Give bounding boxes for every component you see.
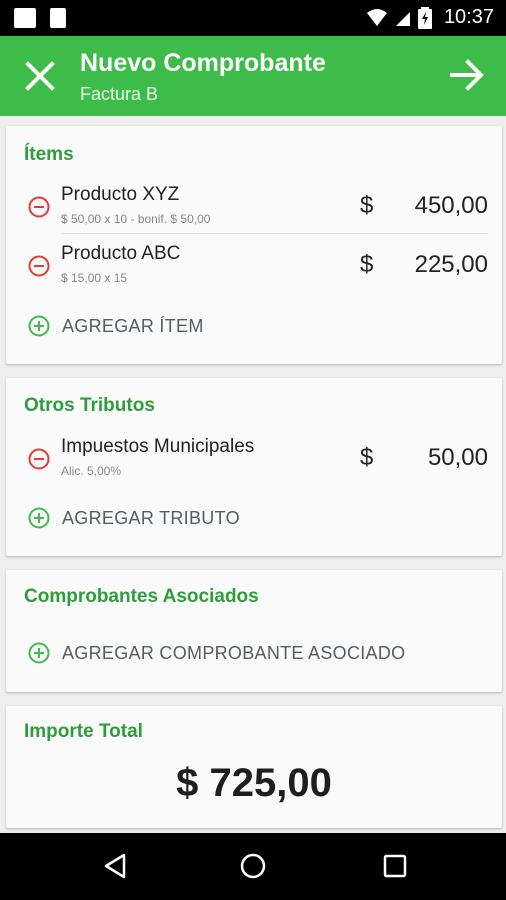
system-icons: 10:37 [366, 6, 494, 29]
arrow-forward-icon[interactable] [448, 56, 486, 94]
total-card: Importe Total $ 725,00 [6, 706, 502, 828]
tributo-amount: 50,00 [427, 444, 488, 471]
notification-icons [14, 8, 66, 28]
wifi-icon [366, 8, 387, 26]
items-section-title: Ítems [24, 144, 74, 165]
tributos-section-title: Otros Tributos [24, 395, 155, 416]
battery-icon [417, 6, 432, 29]
navigation-bar [0, 833, 506, 900]
items-card: Ítems Producto XYZ $ 50,00 x 10 - bonif.… [6, 126, 502, 364]
tributo-currency: $ [360, 444, 374, 471]
item-name: Producto ABC [61, 243, 181, 264]
remove-circle-icon[interactable] [28, 196, 50, 218]
tributo-detail: Alic. 5,00% [61, 464, 122, 478]
notification-icon [14, 8, 36, 28]
nav-back-icon[interactable] [100, 851, 130, 881]
asociados-section-title: Comprobantes Asociados [24, 586, 259, 607]
add-circle-icon [28, 507, 50, 529]
total-section-title: Importe Total [24, 721, 143, 742]
add-comprobante-asociado-button[interactable]: AGREGAR COMPROBANTE ASOCIADO [28, 642, 405, 664]
list-item[interactable]: Impuestos Municipales Alic. 5,00% $ 50,0… [6, 434, 502, 492]
item-detail: $ 50,00 x 10 - bonif. $ 50,00 [61, 212, 211, 226]
add-circle-icon [28, 642, 50, 664]
list-item[interactable]: Producto ABC $ 15,00 x 15 $ 225,00 [6, 241, 502, 299]
item-currency: $ [360, 192, 374, 219]
item-amount: 450,00 [414, 192, 488, 219]
add-item-button[interactable]: AGREGAR ÍTEM [28, 315, 204, 337]
item-amount: 225,00 [414, 251, 488, 278]
item-detail: $ 15,00 x 15 [61, 271, 128, 285]
add-circle-icon [28, 315, 50, 337]
add-tributo-button[interactable]: AGREGAR TRIBUTO [28, 507, 240, 529]
page-subtitle: Factura B [80, 84, 159, 104]
app-bar-titles: Nuevo Comprobante Factura B [80, 48, 326, 106]
app-bar: Nuevo Comprobante Factura B [0, 36, 506, 116]
close-icon[interactable] [22, 58, 58, 94]
nav-recents-icon[interactable] [380, 851, 410, 881]
tributo-name: Impuestos Municipales [61, 436, 255, 457]
add-comprobante-asociado-label: AGREGAR COMPROBANTE ASOCIADO [62, 642, 406, 663]
add-tributo-label: AGREGAR TRIBUTO [62, 507, 240, 528]
page-title: Nuevo Comprobante [80, 49, 326, 77]
status-bar: 10:37 [0, 0, 506, 36]
tributos-card: Otros Tributos Impuestos Municipales Ali… [6, 378, 502, 556]
nav-home-icon[interactable] [238, 851, 268, 881]
clock: 10:37 [443, 6, 494, 28]
signal-icon [395, 11, 410, 26]
total-amount: $ 725,00 [176, 761, 332, 805]
list-item[interactable]: Producto XYZ $ 50,00 x 10 - bonif. $ 50,… [6, 182, 502, 240]
remove-circle-icon[interactable] [28, 448, 50, 470]
notification-icon [50, 8, 66, 28]
divider [61, 233, 488, 234]
item-currency: $ [360, 251, 374, 278]
remove-circle-icon[interactable] [28, 255, 50, 277]
add-item-label: AGREGAR ÍTEM [62, 315, 204, 336]
item-name: Producto XYZ [61, 184, 180, 205]
asociados-card: Comprobantes Asociados AGREGAR COMPROBAN… [6, 570, 502, 692]
